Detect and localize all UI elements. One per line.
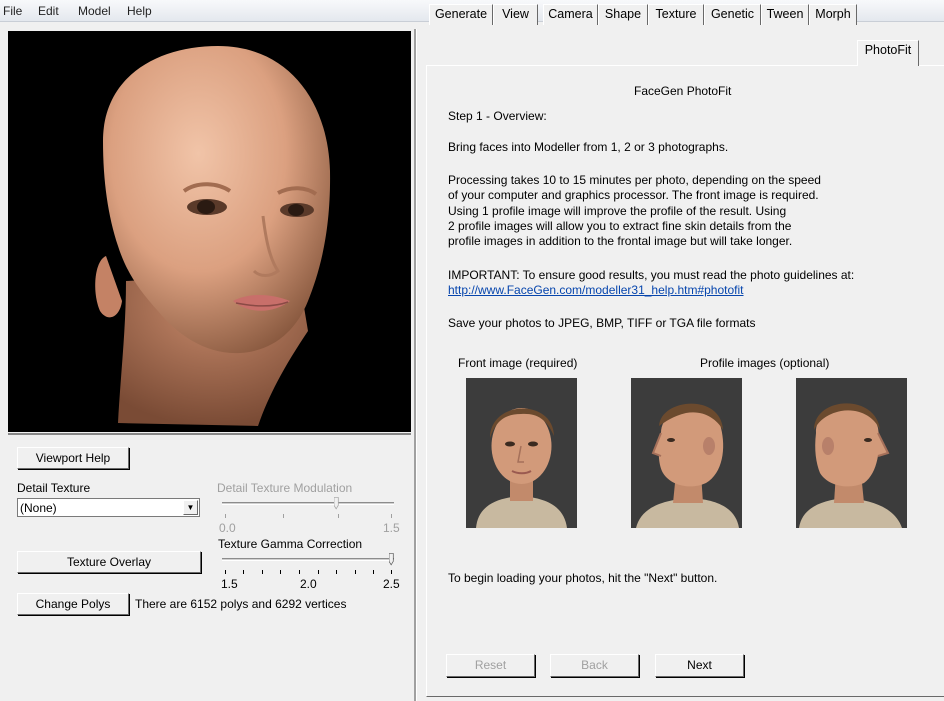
front-image-label: Front image (required) <box>458 356 578 370</box>
menu-help[interactable]: Help <box>127 4 152 18</box>
tab-generate[interactable]: Generate <box>429 4 493 25</box>
polys-info-text: There are 6152 polys and 6292 vertices <box>135 597 347 611</box>
detail-texture-value: (None) <box>20 501 57 515</box>
texture-overlay-button[interactable]: Texture Overlay <box>17 551 201 573</box>
gamma-tick-2-0: 2.0 <box>300 577 317 591</box>
tab-view[interactable]: View <box>493 4 538 25</box>
formats-text: Save your photos to JPEG, BMP, TIFF or T… <box>448 316 756 330</box>
step-heading: Step 1 - Overview: <box>448 109 547 123</box>
change-polys-button[interactable]: Change Polys <box>17 593 129 615</box>
detail-texture-dropdown[interactable]: (None) ▼ <box>17 498 200 517</box>
tab-photofit[interactable]: PhotoFit <box>857 40 919 66</box>
detail-texture-label: Detail Texture <box>17 481 91 495</box>
page-title: FaceGen PhotoFit <box>634 84 732 98</box>
gamma-tick-2-5: 2.5 <box>383 577 400 591</box>
next-button[interactable]: Next <box>655 654 744 677</box>
tab-tween[interactable]: Tween <box>761 4 809 25</box>
processing-line-4: 2 profile images will allow you to extra… <box>448 219 792 233</box>
detail-modulation-label: Detail Texture Modulation <box>217 481 353 495</box>
important-text: IMPORTANT: To ensure good results, you m… <box>448 268 855 282</box>
reset-button[interactable]: Reset <box>446 654 535 677</box>
menu-model[interactable]: Model <box>78 4 111 18</box>
back-button[interactable]: Back <box>550 654 639 677</box>
tab-shape[interactable]: Shape <box>598 4 648 25</box>
splitter-highlight <box>416 29 417 701</box>
intro-text: Bring faces into Modeller from 1, 2 or 3… <box>448 140 729 154</box>
gamma-correction-label: Texture Gamma Correction <box>218 537 363 551</box>
profile-photo-right-thumbnail[interactable] <box>796 378 907 528</box>
begin-instructions: To begin loading your photos, hit the "N… <box>448 571 718 585</box>
left-panel-divider <box>8 433 411 435</box>
menu-file[interactable]: File <box>3 4 22 18</box>
processing-line-2: of your computer and graphics processor.… <box>448 188 819 202</box>
front-photo-thumbnail[interactable] <box>466 378 577 528</box>
processing-line-3: Using 1 profile image will improve the p… <box>448 204 787 218</box>
tab-genetic[interactable]: Genetic <box>704 4 761 25</box>
guidelines-link[interactable]: http://www.FaceGen.com/modeller31_help.h… <box>448 283 744 298</box>
detail-modulation-max: 1.5 <box>383 521 400 535</box>
viewport-help-button[interactable]: Viewport Help <box>17 447 129 469</box>
profile-images-label: Profile images (optional) <box>700 356 830 370</box>
menu-edit[interactable]: Edit <box>38 4 59 18</box>
3d-viewport[interactable] <box>8 31 411 432</box>
profile-photo-left-thumbnail[interactable] <box>631 378 742 528</box>
tab-camera[interactable]: Camera <box>543 4 598 25</box>
gamma-tick-1-5: 1.5 <box>221 577 238 591</box>
processing-line-1: Processing takes 10 to 15 minutes per ph… <box>448 173 821 187</box>
head-model-render <box>95 46 331 426</box>
detail-modulation-min: 0.0 <box>219 521 236 535</box>
tab-texture[interactable]: Texture <box>648 4 704 25</box>
tab-morph[interactable]: Morph <box>809 4 857 25</box>
processing-line-5: profile images in addition to the fronta… <box>448 234 793 248</box>
chevron-down-icon[interactable]: ▼ <box>183 500 198 515</box>
